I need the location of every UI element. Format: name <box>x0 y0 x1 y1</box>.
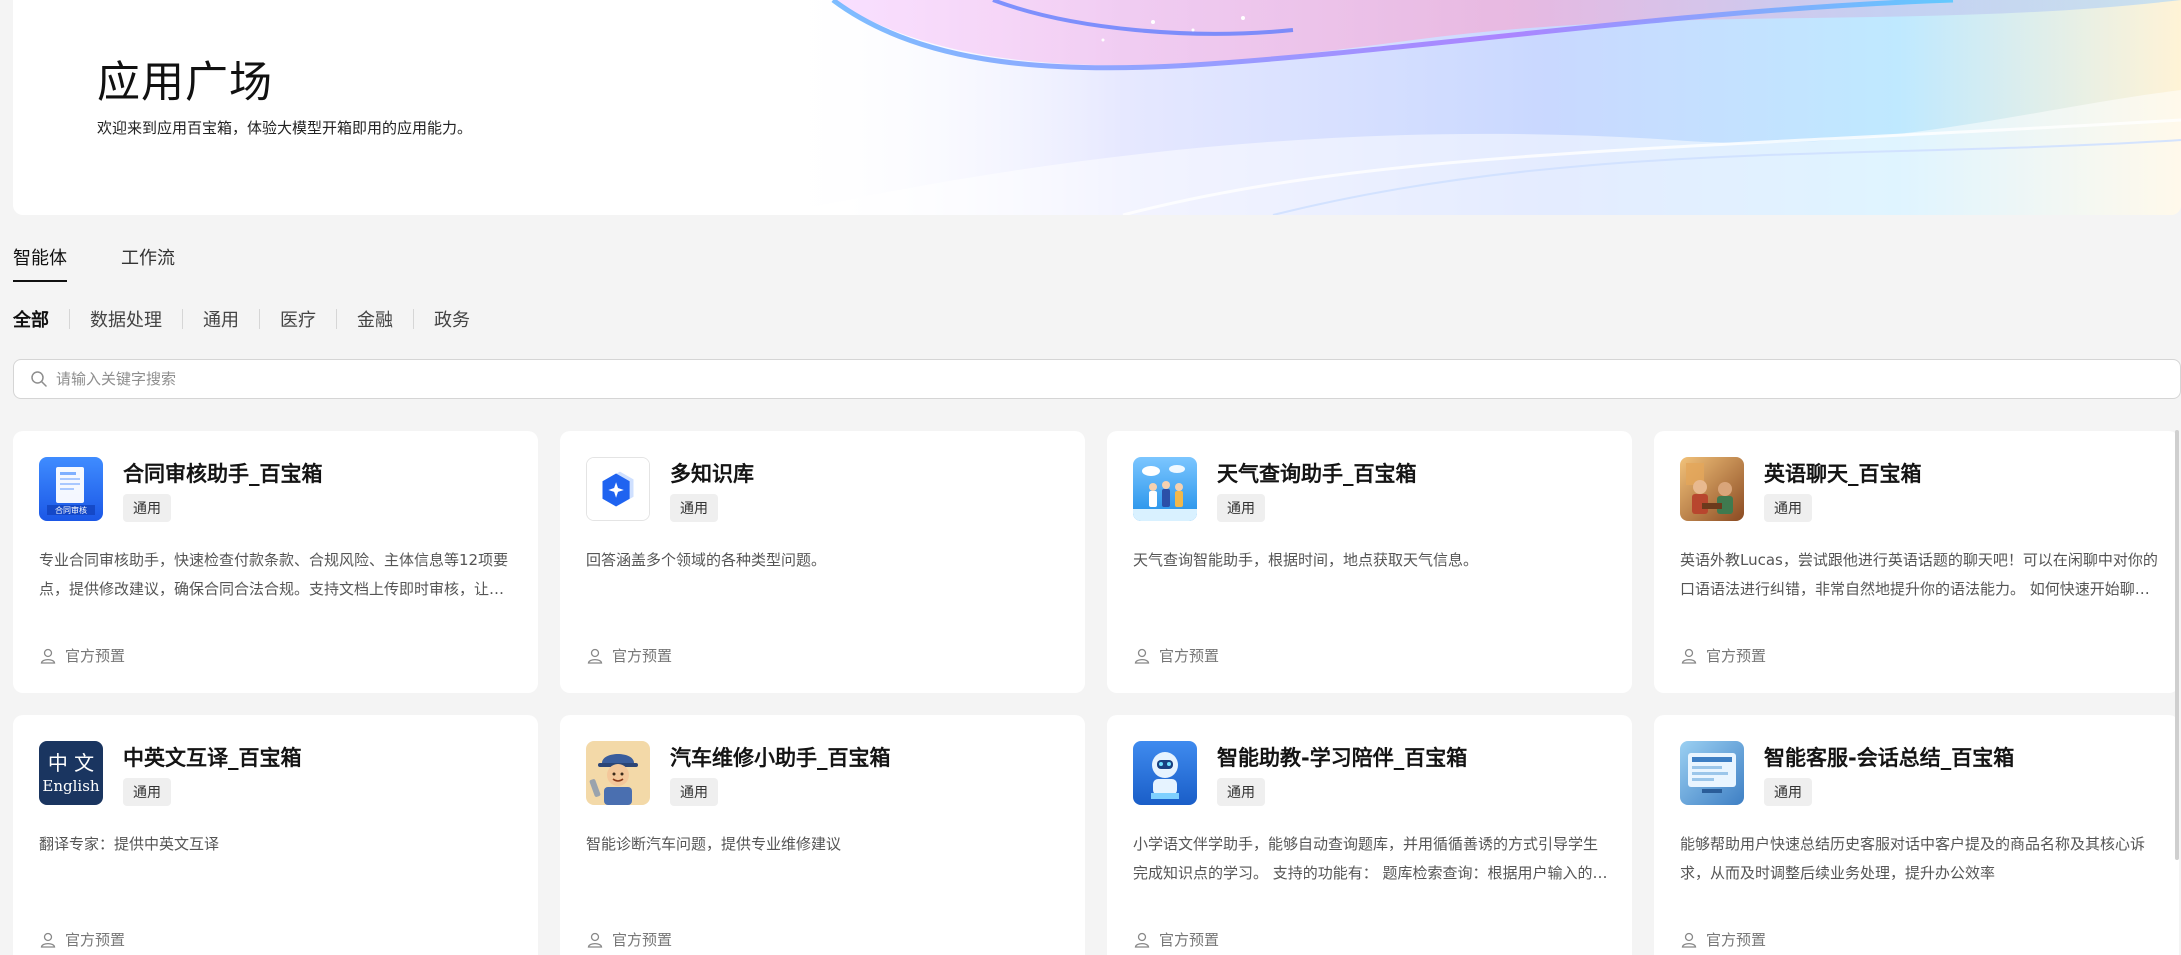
search-box[interactable] <box>13 359 2181 399</box>
card-description: 智能诊断汽车问题，提供专业维修建议 <box>586 835 842 853</box>
official-preset-label: 官方预置 <box>1706 931 1767 949</box>
official-preset-label: 官方预置 <box>612 931 673 949</box>
category-tag: 通用 <box>123 494 171 522</box>
app-card-customer-service[interactable]: 智能客服-会话总结_百宝箱 通用 能够帮助用户快速总结历史客服对话中客户提及的商… <box>1654 715 2179 955</box>
app-card-weather[interactable]: 天气查询助手_百宝箱 通用 天气查询智能助手，根据时间，地点获取天气信息。 官方… <box>1107 431 1632 693</box>
svg-text:中 文: 中 文 <box>48 751 94 775</box>
official-preset-label: 官方预置 <box>1706 647 1767 665</box>
app-card-translation[interactable]: 中 文 English 中英文互译_百宝箱 通用 翻译专家：提供中英文互译 官方… <box>13 715 538 955</box>
svg-text:English: English <box>42 777 100 795</box>
category-finance[interactable]: 金融 <box>337 306 413 332</box>
card-title: 智能助教-学习陪伴_百宝箱 <box>1217 746 1468 770</box>
official-preset-label: 官方预置 <box>1159 931 1220 949</box>
category-tag: 通用 <box>670 494 718 522</box>
knowledge-base-icon <box>586 457 650 521</box>
scrollbar[interactable] <box>2175 430 2179 860</box>
user-icon <box>40 932 56 948</box>
card-title: 中英文互译_百宝箱 <box>123 746 302 770</box>
search-icon <box>31 371 47 387</box>
page-title: 应用广场 <box>97 58 273 108</box>
card-description: 能够帮助用户快速总结历史客服对话中客户提及的商品名称及其核心诉求，从而及时调整后… <box>1680 835 2146 882</box>
svg-text:合同审核: 合同审核 <box>55 505 87 515</box>
card-footer: 官方预置 <box>1680 929 1766 950</box>
card-footer: 官方预置 <box>39 929 125 950</box>
official-preset-label: 官方预置 <box>65 931 126 949</box>
card-footer: 官方预置 <box>39 645 125 666</box>
card-footer: 官方预置 <box>586 645 672 666</box>
category-tag: 通用 <box>1764 494 1812 522</box>
weather-icon <box>1133 457 1197 521</box>
app-card-contract-review[interactable]: 合同审核 合同审核助手_百宝箱 通用 专业合同审核助手，快速检查付款条款、合规风… <box>13 431 538 693</box>
search-input[interactable] <box>56 370 2180 388</box>
customer-service-icon <box>1680 741 1744 805</box>
category-tag: 通用 <box>1217 494 1265 522</box>
mechanic-icon <box>586 741 650 805</box>
category-all[interactable]: 全部 <box>13 306 69 332</box>
tab-workflows[interactable]: 工作流 <box>121 244 175 282</box>
card-footer: 官方预置 <box>1680 645 1766 666</box>
hero-banner: 应用广场 欢迎来到应用百宝箱，体验大模型开箱即用的应用能力。 <box>13 0 2181 215</box>
card-title: 智能客服-会话总结_百宝箱 <box>1764 746 2015 770</box>
user-icon <box>40 648 56 664</box>
page-subtitle: 欢迎来到应用百宝箱，体验大模型开箱即用的应用能力。 <box>97 119 473 137</box>
contract-review-icon: 合同审核 <box>39 457 103 521</box>
user-icon <box>1681 648 1697 664</box>
category-medical[interactable]: 医疗 <box>260 306 336 332</box>
main-tabs: 智能体 工作流 <box>13 244 175 282</box>
app-card-teaching-assistant[interactable]: 智能助教-学习陪伴_百宝箱 通用 小学语文伴学助手，能够自动查询题库，并用循循善… <box>1107 715 1632 955</box>
user-icon <box>587 648 603 664</box>
official-preset-label: 官方预置 <box>612 647 673 665</box>
category-tag: 通用 <box>123 778 171 806</box>
tab-agents[interactable]: 智能体 <box>13 244 67 282</box>
card-footer: 官方预置 <box>586 929 672 950</box>
card-title: 天气查询助手_百宝箱 <box>1217 462 1417 486</box>
card-title: 多知识库 <box>670 462 754 486</box>
card-footer: 官方预置 <box>1133 645 1219 666</box>
card-footer: 官方预置 <box>1133 929 1219 950</box>
category-government[interactable]: 政务 <box>414 306 490 332</box>
user-icon <box>1681 932 1697 948</box>
card-description: 天气查询智能助手，根据时间，地点获取天气信息。 <box>1133 551 1479 569</box>
app-card-car-repair[interactable]: 汽车维修小助手_百宝箱 通用 智能诊断汽车问题，提供专业维修建议 官方预置 <box>560 715 1085 955</box>
official-preset-label: 官方预置 <box>1159 647 1220 665</box>
app-card-multi-knowledge[interactable]: 多知识库 通用 回答涵盖多个领域的各种类型问题。 官方预置 <box>560 431 1085 693</box>
card-description: 翻译专家：提供中英文互译 <box>39 835 220 853</box>
english-chat-icon <box>1680 457 1744 521</box>
category-tag: 通用 <box>1217 778 1265 806</box>
card-description: 回答涵盖多个领域的各种类型问题。 <box>586 551 827 569</box>
app-card-english-chat[interactable]: 英语聊天_百宝箱 通用 英语外教Lucas，尝试跟他进行英语话题的聊天吧！可以在… <box>1654 431 2179 693</box>
card-description: 专业合同审核助手，快速检查付款条款、合规风险、主体信息等12项要点，提供修改建议… <box>39 551 509 598</box>
category-tag: 通用 <box>670 778 718 806</box>
teaching-assistant-icon <box>1133 741 1197 805</box>
category-general[interactable]: 通用 <box>183 306 259 332</box>
card-title: 汽车维修小助手_百宝箱 <box>670 746 891 770</box>
category-filter: 全部 数据处理 通用 医疗 金融 政务 <box>13 306 490 332</box>
card-title: 合同审核助手_百宝箱 <box>123 462 323 486</box>
user-icon <box>1134 648 1150 664</box>
official-preset-label: 官方预置 <box>65 647 126 665</box>
card-description: 小学语文伴学助手，能够自动查询题库，并用循循善诱的方式引导学生完成知识点的学习。… <box>1133 835 1608 882</box>
translation-icon: 中 文 English <box>39 741 103 805</box>
user-icon <box>587 932 603 948</box>
category-tag: 通用 <box>1764 778 1812 806</box>
card-title: 英语聊天_百宝箱 <box>1764 462 1922 486</box>
category-data-processing[interactable]: 数据处理 <box>70 306 182 332</box>
user-icon <box>1134 932 1150 948</box>
hero-wave-decoration <box>773 0 2181 215</box>
app-plaza-page: 应用广场 欢迎来到应用百宝箱，体验大模型开箱即用的应用能力。 智能体 工作流 全… <box>0 0 2181 955</box>
card-description: 英语外教Lucas，尝试跟他进行英语话题的聊天吧！可以在闲聊中对你的口语语法进行… <box>1680 551 2158 598</box>
